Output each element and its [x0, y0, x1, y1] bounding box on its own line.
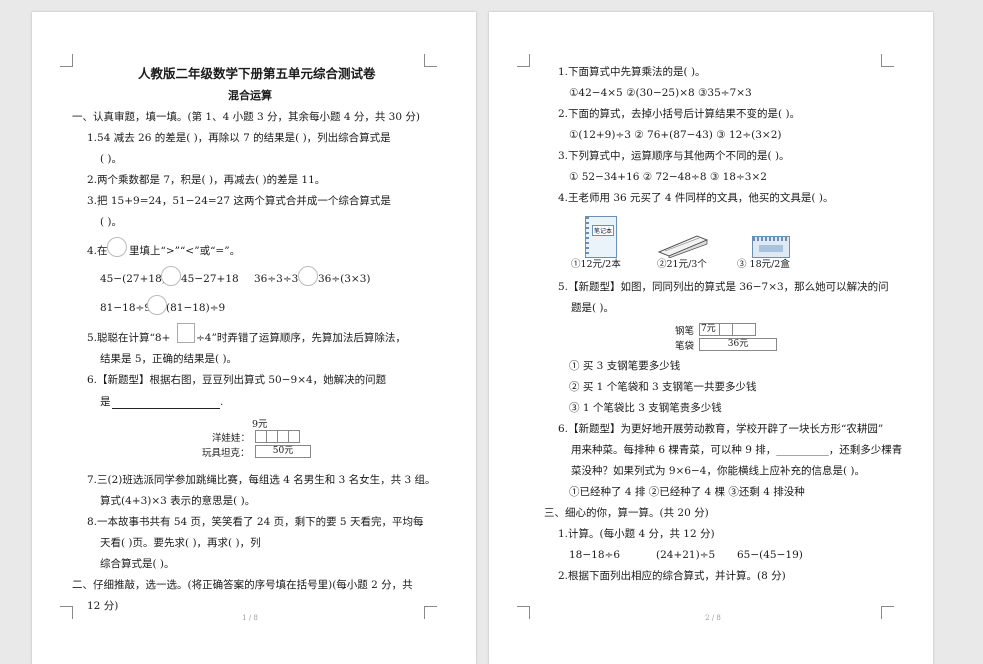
section-heading: 一、认真审题，填一填。(第 1、4 小题 3 分，其余每小题 4 分，共 30 …: [72, 111, 420, 123]
compare-circle: [161, 266, 181, 286]
expression: 36÷3÷3: [254, 273, 299, 285]
bar-cell: 7元: [699, 323, 720, 336]
corner-mark: [517, 54, 530, 67]
question-text: 2.根据下面列出相应的综合算式，并计算。(8 分): [558, 570, 786, 582]
question-text: 1.计算。(每小题 4 分，共 12 分): [558, 528, 715, 540]
corner-mark: [60, 54, 73, 67]
answer-line: [112, 407, 220, 409]
document-page-2: 1.下面算式中先算乘法的是( )。 ①42−4×5 ②(30−25)×8 ③35…: [489, 12, 933, 664]
corner-mark: [881, 606, 894, 619]
options: ① 52−34+16 ② 72−48÷8 ③ 18÷3×2: [569, 171, 767, 183]
notebook-image: 笔记本: [585, 216, 617, 258]
question-text: 1.下面算式中先算乘法的是( )。: [558, 66, 706, 78]
compare-circle: [107, 237, 127, 257]
question-text: 菜没种？如果列式为 9×6−4，你能横线上应补充的信息是( )。: [571, 465, 866, 477]
question-text: 题是( )。: [571, 302, 615, 314]
question-text: 用来种菜。每排种 6 棵青菜，可以种 9 排，__________，还剩多少棵青: [571, 444, 903, 456]
figure-label: 洋娃娃：: [212, 433, 251, 444]
expression: 45−27+18: [181, 273, 239, 285]
bar-total: 36元: [699, 338, 777, 351]
question-text: 3.把 15+9=24，51−24=27 这两个算式合并成一个综合算式是: [87, 195, 391, 207]
document-page-1: 人教版二年级数学下册第五单元综合测试卷 混合运算 一、认真审题，填一填。(第 1…: [32, 12, 476, 664]
question-text: 综合算式是( )。: [100, 558, 175, 570]
expression: 45−(27+18): [100, 273, 166, 285]
question-text: 6.【新题型】根据右图，豆豆列出算式 50−9×4，她解决的问题: [87, 374, 387, 386]
option-text: ① 买 3 支钢笔要多少钱: [569, 360, 681, 372]
question-text: 1.54 减去 26 的差是( )，再除以 7 的结果是( )，列出综合算式是: [87, 132, 391, 144]
expression: 81−18÷9: [100, 302, 151, 314]
corner-mark: [517, 606, 530, 619]
page-number: 2 / 8: [705, 614, 721, 622]
bar-total: 50元: [255, 445, 311, 458]
options: ①42−4×5 ②(30−25)×8 ③35÷7×3: [569, 87, 752, 99]
bar-cell: [288, 430, 300, 443]
expression: 36÷(3×3): [318, 273, 371, 285]
question-text: 8.一本故事书共有 54 页，笑笑看了 24 页，剩下的要 5 天看完，平均每: [87, 516, 424, 528]
compare-circle: [298, 266, 318, 286]
box-image: [752, 236, 790, 258]
options: ①已经种了 4 排 ②已经种了 4 棵 ③还剩 4 排没种: [569, 486, 805, 498]
question-text: 2.下面的算式，去掉小括号后计算结果不变的是( )。: [558, 108, 801, 120]
question-text: 4.王老师用 36 元买了 4 件同样的文具，他买的文具是( )。: [558, 192, 834, 204]
option-label: ②21元/3个: [657, 259, 707, 270]
options: ①(12+9)÷3 ② 76+(87−43) ③ 12÷(3×2): [569, 129, 782, 141]
answer-blank: ( )。: [100, 153, 123, 165]
expression: 65−(45−19): [737, 549, 803, 561]
question-text: 里填上“>”“<”或“=”。: [129, 245, 241, 257]
page-title: 人教版二年级数学下册第五单元综合测试卷: [138, 66, 376, 81]
corner-mark: [60, 606, 73, 619]
figure-label: 9元: [252, 419, 268, 430]
option-label: ③ 18元/2盒: [737, 259, 790, 270]
compare-circle: [147, 295, 167, 315]
question-text: 结果是 5，正确的结果是( )。: [100, 353, 238, 365]
figure-label: 笔袋: [675, 341, 695, 352]
question-text: 5.【新题型】如图，同同列出的算式是 36−7×3，那么她可以解决的问: [558, 281, 889, 293]
corner-mark: [424, 54, 437, 67]
option-text: ② 买 1 个笔袋和 3 支钢笔一共要多少钱: [569, 381, 757, 393]
question-text: 5.聪聪在计算“8+: [87, 332, 171, 344]
question-text: 7.三(2)班选派同学参加跳绳比赛，每组选 4 名男生和 3 名女生，共 3 组…: [87, 474, 436, 486]
question-text: 天看( )页。要先求( )，再求( )，列: [100, 537, 261, 549]
corner-mark: [881, 54, 894, 67]
notebook-label: 笔记本: [592, 225, 615, 236]
expression: (24+21)÷5: [656, 549, 716, 561]
section-heading: 二、仔细推敲，选一选。(将正确答案的序号填在括号里)(每小题 2 分，共: [72, 579, 413, 591]
question-text: 2.两个乘数都是 7，积是( )，再减去( )的差是 11。: [87, 174, 326, 186]
bar-cell: [719, 323, 733, 336]
option-text: ③ 1 个笔袋比 3 支钢笔贵多少钱: [569, 402, 722, 414]
unknown-box: [177, 323, 195, 343]
pencil-case-image: [657, 235, 709, 258]
answer-blank: ( )。: [100, 216, 123, 228]
option-label: ①12元/2本: [571, 259, 621, 270]
section-heading: 12 分): [87, 600, 119, 612]
expression: 18−18÷6: [569, 549, 620, 561]
corner-mark: [424, 606, 437, 619]
figure-label: 玩具坦克：: [202, 448, 250, 459]
question-text: ÷4”时弄错了运算顺序，先算加法后算除法，: [196, 332, 406, 344]
question-text: 6.【新题型】为更好地开展劳动教育，学校开辟了一块长方形“农耕园”: [558, 423, 884, 435]
figure-label: 钢笔: [675, 326, 695, 337]
expression: (81−18)÷9: [166, 302, 226, 314]
section-heading: 三、细心的你，算一算。(共 20 分): [544, 507, 709, 519]
question-text: 算式(4+3)×3 表示的意思是( )。: [100, 495, 256, 507]
question-text: 是: [100, 396, 111, 408]
page-number: 1 / 8: [242, 614, 258, 622]
page-subtitle: 混合运算: [228, 89, 272, 102]
question-text: 3.下列算式中，运算顺序与其他两个不同的是( )。: [558, 150, 790, 162]
question-text: 4.在: [87, 245, 108, 257]
bar-cell: [732, 323, 756, 336]
